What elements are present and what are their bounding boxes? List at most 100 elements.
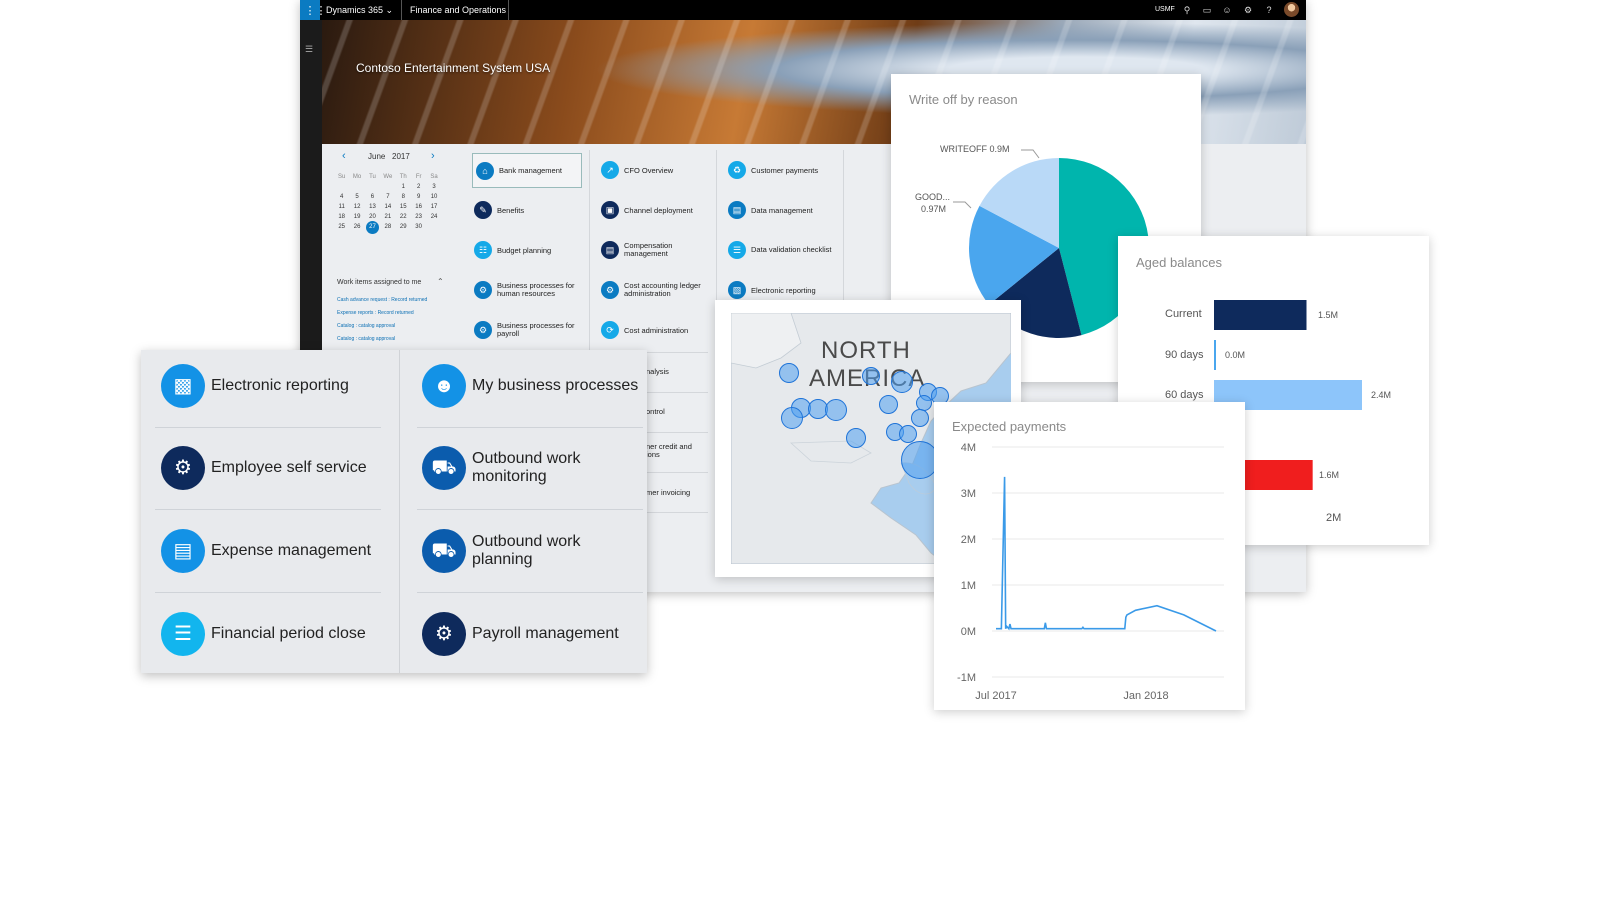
tile-benefits[interactable]: ✎ Benefits <box>474 201 584 219</box>
calendar-day[interactable]: 3 <box>426 184 441 190</box>
work-item-link[interactable]: Cash advance request : Record returned <box>337 297 427 303</box>
calendar-day[interactable]: 29 <box>396 224 411 234</box>
workspace-my-business-processes[interactable]: ☻ My business processes <box>422 364 638 408</box>
map-bubble[interactable] <box>899 425 917 443</box>
calendar-day[interactable]: 1 <box>396 184 411 190</box>
benefits-icon: ✎ <box>474 201 492 219</box>
chevron-up-icon[interactable]: ⌃ <box>437 277 444 286</box>
tile-compensation-management[interactable]: ▤ Compensation management <box>601 241 711 259</box>
tile-partial[interactable]: ner credit and ions <box>646 443 706 459</box>
workspace-label: Financial period close <box>211 625 366 642</box>
tile-partial[interactable]: ontrol <box>646 407 665 416</box>
map-bubble[interactable] <box>879 395 898 414</box>
tile-electronic-reporting[interactable]: ▧ Electronic reporting <box>728 281 838 299</box>
calendar-day[interactable]: 11 <box>334 204 349 210</box>
workspace-electronic-reporting[interactable]: ▩ Electronic reporting <box>161 364 349 408</box>
chevron-right-icon[interactable]: › <box>431 150 435 162</box>
tile-cost-administration[interactable]: ⟳ Cost administration <box>601 321 711 339</box>
tile-partial[interactable]: nalysis <box>646 367 669 376</box>
calendar-day[interactable]: 4 <box>334 194 349 200</box>
calendar-day[interactable]: 12 <box>349 204 364 210</box>
brand-menu[interactable]: Dynamics 365 ⌄ <box>326 5 393 16</box>
workspace-employee-self-service[interactable]: ⚙ Employee self service <box>161 446 367 490</box>
work-item-link[interactable]: Catalog : catalog approval <box>337 323 395 329</box>
work-item-link[interactable]: Expense reports : Record returned <box>337 310 414 316</box>
tile-label: CFO Overview <box>624 165 674 175</box>
tile-customer-payments[interactable]: ♻ Customer payments <box>728 161 838 179</box>
tile-budget-planning[interactable]: ☷ Budget planning <box>474 241 584 259</box>
calendar-day[interactable]: 6 <box>365 194 380 200</box>
calendar-empty <box>380 184 395 190</box>
calendar-day[interactable]: 9 <box>411 194 426 200</box>
avatar[interactable] <box>1284 2 1299 17</box>
chevron-left-icon[interactable]: ‹ <box>342 150 346 162</box>
workspace-outbound-work-monitoring[interactable]: ⛟ Outbound work monitoring <box>422 446 642 490</box>
map-bubble[interactable] <box>846 428 866 448</box>
tile-label: Business processes for human resources <box>497 281 575 298</box>
map-bubble[interactable] <box>781 407 803 429</box>
hamburger-icon[interactable]: ☰ <box>305 44 313 55</box>
tile-data-validation[interactable]: ☰ Data validation checklist <box>728 241 838 259</box>
tile-partial[interactable]: mer invoicing <box>646 488 690 497</box>
chat-icon[interactable]: ▭ <box>1200 3 1214 17</box>
map-bubble[interactable] <box>891 371 913 393</box>
employee-icon: ⚙ <box>161 446 205 490</box>
tile-channel-deployment[interactable]: ▣ Channel deployment <box>601 201 711 219</box>
calendar-day[interactable]: 18 <box>334 214 349 220</box>
calendar-day[interactable]: 26 <box>349 224 364 234</box>
calendar-day[interactable]: 28 <box>380 224 395 234</box>
calendar-day[interactable]: 16 <box>411 204 426 210</box>
workspace-expense-management[interactable]: ▤ Expense management <box>161 529 371 573</box>
tile-business-processes-hr[interactable]: ⚙ Business processes for human resources <box>474 281 584 299</box>
map-bubble[interactable] <box>779 363 799 383</box>
tile-bank-management[interactable]: ⌂ Bank management <box>472 153 582 188</box>
process-icon: ⚙ <box>474 281 492 299</box>
calendar-day[interactable]: 19 <box>349 214 364 220</box>
smile-icon[interactable]: ☺ <box>1220 3 1234 17</box>
calendar-day[interactable]: 10 <box>426 194 441 200</box>
pie-label-writeoff: WRITEOFF 0.9M <box>940 144 1010 154</box>
calendar-day[interactable]: 7 <box>380 194 395 200</box>
expected-payments-card: Expected payments 4M 3M 2M 1M 0M -1M Jul 2017 J… <box>934 402 1245 710</box>
y-tick-label: -1M <box>957 672 976 684</box>
module-name[interactable]: Finance and Operations <box>410 5 506 15</box>
tile-cfo-overview[interactable]: ↗ CFO Overview <box>601 161 711 179</box>
company-picker[interactable]: USMF <box>1155 6 1175 13</box>
tile-cost-accounting-ledger[interactable]: ⚙ Cost accounting ledger administration <box>601 281 711 299</box>
calendar-day[interactable]: 14 <box>380 204 395 210</box>
calendar-day[interactable]: 30 <box>411 224 426 234</box>
calendar-day[interactable]: 8 <box>396 194 411 200</box>
tile-data-management[interactable]: ▤ Data management <box>728 201 838 219</box>
map-bubble[interactable] <box>911 409 929 427</box>
workspace-outbound-work-planning[interactable]: ⛟ Outbound work planning <box>422 529 642 573</box>
calendar-day[interactable]: 21 <box>380 214 395 220</box>
process-icon: ⚙ <box>474 321 492 339</box>
search-icon[interactable]: ⚲ <box>1180 3 1194 17</box>
calendar-day[interactable]: 23 <box>411 214 426 220</box>
gear-icon[interactable]: ⚙ <box>1241 3 1255 17</box>
calendar-day[interactable]: 5 <box>349 194 364 200</box>
calendar-day[interactable]: 2 <box>411 184 426 190</box>
workspace-financial-period-close[interactable]: ☰ Financial period close <box>161 612 366 656</box>
calendar-day[interactable]: 13 <box>365 204 380 210</box>
workspace-payroll-management[interactable]: ⚙ Payroll management <box>422 612 619 656</box>
calendar-day[interactable]: 27 <box>365 221 380 234</box>
tile-label: ontrol <box>646 407 665 416</box>
map-bubble[interactable] <box>825 399 847 421</box>
calendar-day[interactable]: 20 <box>365 214 380 220</box>
help-icon[interactable]: ? <box>1262 3 1276 17</box>
calendar-day[interactable]: 17 <box>426 204 441 210</box>
work-item-link[interactable]: Catalog : catalog approval <box>337 336 395 342</box>
tile-business-processes-payroll[interactable]: ⚙ Business processes for payroll <box>474 321 584 339</box>
calendar-day[interactable]: 15 <box>396 204 411 210</box>
bar-data-label: 0.0M <box>1225 350 1246 360</box>
calendar-day[interactable]: 25 <box>334 224 349 234</box>
app-launcher-icon[interactable]: ⋮⋮⋮ <box>300 0 327 20</box>
workspace-label: Outbound work planning <box>472 533 581 568</box>
tile-label: Benefits <box>497 205 525 215</box>
work-items-header: Work items assigned to me <box>337 279 422 286</box>
calendar-month: June <box>368 152 386 161</box>
calendar-day[interactable]: 24 <box>426 214 441 220</box>
calendar-day[interactable]: 22 <box>396 214 411 220</box>
map-bubble[interactable] <box>862 367 880 385</box>
